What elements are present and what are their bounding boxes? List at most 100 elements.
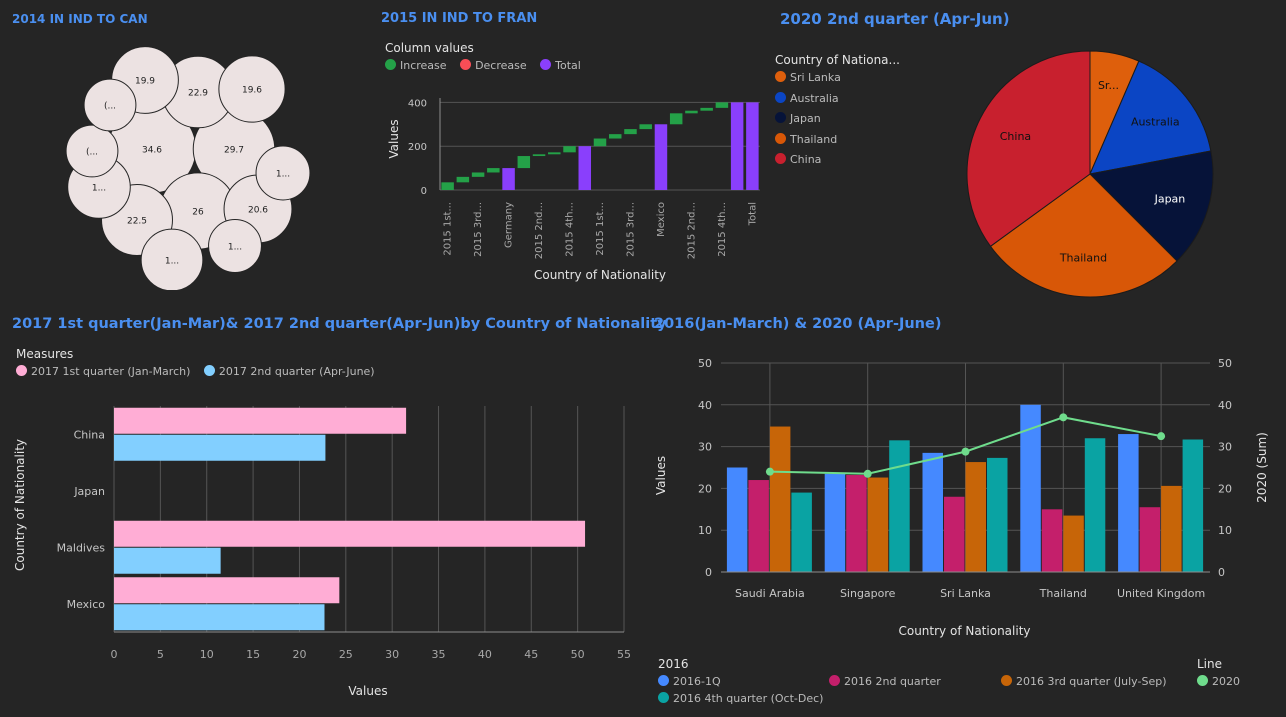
bubble-label: 1... — [228, 243, 242, 253]
waterfall-bar — [715, 102, 729, 108]
waterfall-legend: Column values Increase Decrease Total — [385, 41, 591, 72]
combo-bar — [1139, 507, 1161, 572]
combo-chart-title: 2016(Jan-March) & 2020 (Apr-June) — [654, 316, 942, 332]
hbar-legend: Measures 2017 1st quarter (Jan-March) 20… — [16, 347, 385, 378]
legend-swatch — [775, 91, 786, 103]
bubble-chart: 34.6 29.7 26 22.9 22.5 20.6 19.9 19.6 1... 1... 1.… — [65, 46, 311, 290]
line-point — [1059, 413, 1068, 422]
x-tick-label: 50 — [571, 648, 585, 661]
y2-tick-label: 50 — [1218, 357, 1232, 370]
x-tick-label: 5 — [157, 648, 164, 661]
hbar — [114, 604, 325, 631]
combo-bar — [1041, 509, 1063, 572]
legend-swatch — [385, 59, 396, 70]
x-tick-label: 2015 4th... — [565, 202, 576, 257]
hbar-chart: 0 5 10 15 20 25 30 35 40 45 50 55 China Japan Maldives… — [13, 406, 631, 698]
waterfall-bar — [502, 168, 515, 190]
hbar — [114, 520, 586, 547]
bubble-label: 34.6 — [142, 146, 162, 156]
pie-slice-label: China — [1000, 130, 1031, 143]
legend-label: Sri Lanka — [790, 71, 841, 84]
waterfall-legend-title: Column values — [385, 41, 474, 55]
legend-item-2017-q1[interactable]: 2017 1st quarter (Jan-March) — [16, 365, 190, 378]
x-tick-label: 40 — [478, 648, 492, 661]
waterfall-bar — [578, 146, 592, 190]
waterfall-bar — [700, 107, 713, 111]
combo-bar — [965, 462, 986, 572]
combo-bar — [824, 473, 846, 572]
y-tick-label: 200 — [408, 142, 427, 153]
bubble-label: 20.6 — [248, 206, 268, 216]
legend-swatch — [460, 59, 472, 70]
legend-item-2017-q2[interactable]: 2017 2nd quarter (Apr-June) — [203, 365, 375, 378]
legend-swatch — [16, 365, 27, 376]
combo-bar — [726, 467, 748, 572]
pie-legend-title: Country of Nationa... — [775, 53, 900, 67]
legend-label: Total — [555, 59, 581, 72]
legend-item-2016-q2[interactable]: 2016 2nd quarter — [829, 675, 941, 688]
waterfall-bar — [639, 124, 652, 130]
x-tick-label: 25 — [339, 648, 353, 661]
legend-swatch — [775, 71, 786, 82]
legend-item-japan[interactable]: Japan — [775, 112, 900, 133]
legend-swatch — [1001, 675, 1012, 686]
y-tick-label: 40 — [698, 399, 712, 412]
waterfall-chart-title: 2015 IN IND TO FRAN — [381, 11, 538, 26]
legend-label: Thailand — [790, 132, 838, 146]
x-tick-label: 2015 1st... — [595, 202, 606, 256]
waterfall-bar — [487, 168, 500, 173]
legend-item-sri-lanka[interactable]: Sri Lanka — [775, 71, 900, 92]
legend-item-increase[interactable]: Increase — [385, 59, 447, 72]
x-tick-label: Singapore — [840, 587, 896, 600]
bubble-label: 29.7 — [224, 146, 244, 156]
legend-label: China — [790, 153, 822, 166]
hbar-legend-title: Measures — [16, 347, 74, 361]
legend-item-total[interactable]: Total — [540, 59, 581, 72]
x-tick-label: Saudi Arabia — [735, 587, 805, 600]
waterfall-bar — [532, 154, 546, 157]
legend-item-2016-q3[interactable]: 2016 3rd quarter (July-Sep) — [1001, 675, 1167, 688]
combo-bar — [987, 457, 1008, 572]
waterfall-bar — [593, 138, 607, 147]
legend-label: Increase — [400, 59, 447, 72]
x-tick-label: 30 — [385, 648, 399, 661]
legend-label: 2017 1st quarter (Jan-March) — [31, 365, 191, 378]
waterfall-bar — [517, 156, 531, 169]
y2-axis-title: 2020 (Sum) — [1255, 432, 1269, 503]
legend-item-decrease[interactable]: Decrease — [460, 59, 527, 72]
x-tick-label: 55 — [617, 648, 631, 661]
combo-bar — [944, 496, 965, 572]
waterfall-bar — [669, 113, 683, 125]
legend-item-thailand[interactable]: Thailand — [775, 132, 900, 154]
y2-tick-label: 40 — [1218, 399, 1232, 412]
waterfall-bar — [456, 176, 470, 183]
legend-swatch — [829, 675, 840, 686]
x-tick-label: Germany — [504, 202, 515, 248]
legend-label: 2016 4th quarter (Oct-Dec) — [673, 692, 824, 705]
y-tick-label: Japan — [73, 485, 105, 498]
y-tick-label: 50 — [698, 357, 712, 370]
legend-item-2016-1q[interactable]: 2016-1Q — [658, 675, 721, 688]
legend-label: 2016-1Q — [673, 675, 721, 688]
combo-bar — [791, 492, 812, 572]
pie-chart-title: 2020 2nd quarter (Apr-Jun) — [780, 10, 1010, 28]
pie-slice-label: Thailand — [1059, 251, 1107, 264]
y2-tick-label: 0 — [1218, 566, 1225, 579]
bubble-label: 26 — [192, 208, 204, 218]
legend-item-2020[interactable]: 2020 — [1197, 675, 1240, 688]
x-tick-label: 35 — [432, 648, 446, 661]
y-tick-label: 0 — [705, 566, 712, 579]
legend-item-2016-q4[interactable]: 2016 4th quarter (Oct-Dec) — [658, 692, 823, 705]
x-tick-label: United Kingdom — [1117, 587, 1205, 600]
legend-item-china[interactable]: China — [775, 153, 900, 174]
waterfall-bar — [730, 102, 744, 190]
y2-tick-label: 20 — [1218, 482, 1232, 495]
legend-label: Japan — [790, 112, 821, 125]
waterfall-bar — [624, 129, 637, 135]
combo-bar — [769, 426, 791, 572]
legend-label: 2020 — [1212, 675, 1240, 688]
line-point — [961, 447, 970, 456]
legend-item-australia[interactable]: Australia — [775, 91, 900, 113]
x-tick-label: 2015 3rd... — [625, 202, 636, 257]
hbar — [114, 547, 221, 574]
